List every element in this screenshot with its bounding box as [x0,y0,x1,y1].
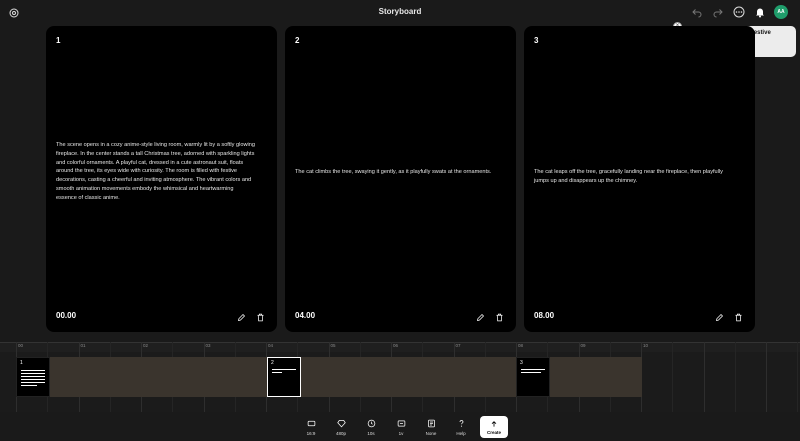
scene-number: 2 [295,36,300,45]
timeline-label: 08 [518,343,524,348]
timeline-clip-1[interactable]: 1 [16,357,50,397]
trash-icon[interactable] [256,313,265,322]
timeline-label: 01 [80,343,86,348]
duration-button[interactable]: 10s [356,416,386,440]
page-title: Storyboard [378,7,422,16]
create-button[interactable]: Create [480,416,508,438]
redo-icon[interactable] [711,5,725,19]
clip-number: 3 [520,360,523,366]
scene-number: 3 [534,36,539,45]
variations-icon [397,420,405,427]
timeline-label: 00 [18,343,24,348]
avatar[interactable]: AA [774,5,788,19]
bell-icon[interactable] [753,5,767,19]
trash-icon[interactable] [734,313,743,322]
clock-icon [367,419,375,428]
preset-button[interactable]: None [416,416,446,440]
scene-description[interactable]: The cat leaps off the tree, gracefully l… [534,168,733,186]
variations-button[interactable]: 1v [386,416,416,440]
timeline-gridline [797,342,799,412]
timeline-label: 04 [268,343,274,348]
timeline-label: 02 [143,343,149,348]
timeline-gridline [766,342,767,412]
timeline-clip-2[interactable]: 2 [267,357,301,397]
timeline-label: 05 [330,343,336,348]
scene-time: 08.00 [534,311,555,320]
undo-icon[interactable] [690,5,704,19]
timeline-ruler[interactable] [0,342,800,352]
clip-number: 2 [271,360,274,366]
aspect-ratio-button[interactable]: 16:9 [296,416,326,440]
timeline-gridline [734,342,736,412]
scene-card-1[interactable]: 1 The scene opens in a cozy anime-style … [46,26,277,332]
arrow-up-icon [491,420,497,427]
timeline-label: 09 [580,343,586,348]
timeline[interactable]: 00 01 02 03 04 05 06 07 08 09 10 1 2 3 [0,342,800,412]
timeline-label: 06 [393,343,399,348]
trash-icon[interactable] [495,313,504,322]
timeline-label: 07 [455,343,461,348]
scene-card-3[interactable]: 3 The cat leaps off the tree, gracefully… [524,26,755,332]
timeline-label: 03 [205,343,211,348]
timeline-gridline [672,342,674,412]
help-button[interactable]: Help [446,416,476,440]
scene-description[interactable]: The cat climbs the tree, swaying it gent… [295,168,494,177]
clip-number: 1 [20,360,23,366]
aspect-ratio-icon [307,420,315,427]
edit-icon[interactable] [237,313,246,322]
preset-icon [427,419,435,428]
more-icon[interactable] [732,5,746,19]
scene-card-2[interactable]: 2 The cat climbs the tree, swaying it ge… [285,26,516,332]
top-bar: Storyboard AA [0,0,800,24]
timeline-label: 10 [643,343,649,348]
scene-time: 04.00 [295,311,316,320]
timeline-clip-3[interactable]: 3 [516,357,550,397]
scene-time: 00.00 [56,311,77,320]
edit-icon[interactable] [476,313,485,322]
edit-icon[interactable] [715,313,724,322]
scene-number: 1 [56,36,61,45]
resolution-button[interactable]: 480p [326,416,356,440]
bottom-toolbar: 16:9 480p 10s 1v None Help Create [296,414,508,440]
diamond-icon [336,420,346,428]
scene-description[interactable]: The scene opens in a cozy anime-style li… [56,141,255,203]
help-icon [459,420,463,427]
timeline-gridline [703,342,705,412]
